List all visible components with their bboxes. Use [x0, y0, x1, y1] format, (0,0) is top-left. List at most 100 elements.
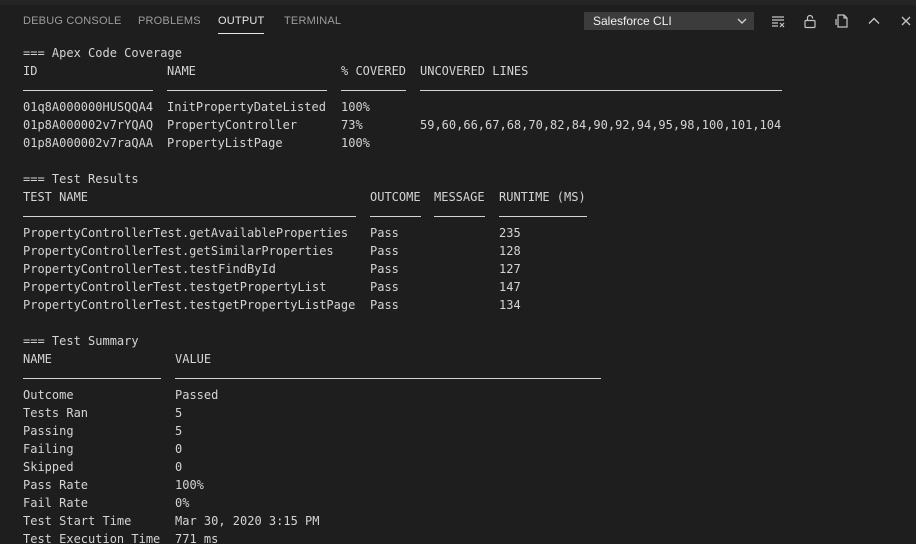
summary-row: Test Execution Time 771 ms [23, 530, 903, 544]
chevron-up-icon [868, 17, 880, 24]
coverage-col-uncovered: UNCOVERED LINES [420, 64, 529, 78]
summary-row: Test Start Time Mar 30, 2020 3:15 PM [23, 512, 903, 530]
results-outcome: Pass [370, 298, 399, 312]
results-rule [23, 216, 356, 217]
close-icon [901, 16, 911, 26]
coverage-name: InitPropertyDateListed [167, 100, 326, 114]
results-test-name: PropertyControllerTest.getAvailablePrope… [23, 226, 349, 240]
summary-row: Skipped 0 [23, 458, 903, 476]
results-outcome: Pass [370, 280, 399, 294]
tab-problems[interactable]: PROBLEMS [138, 5, 201, 38]
results-rule [434, 216, 485, 217]
results-col-test-name: TEST NAME [23, 190, 89, 204]
summary-row: Outcome Passed [23, 386, 903, 404]
summary-row: Tests Ran 5 [23, 404, 903, 422]
coverage-rule [341, 90, 406, 91]
results-test-name: PropertyControllerTest.getSimilarPropert… [23, 244, 334, 258]
results-outcome: Pass [370, 262, 399, 276]
output-channel-value: Salesforce CLI [593, 14, 672, 28]
results-rule [370, 216, 421, 217]
coverage-col-id: ID [23, 64, 38, 78]
results-outcome: Pass [370, 244, 399, 258]
results-test-name: PropertyControllerTest.testgetPropertyLi… [23, 298, 356, 312]
results-heading: === Test Results [23, 172, 139, 186]
summary-name: Test Start Time [23, 514, 132, 528]
coverage-id: 01p8A000002v7rYQAQ [23, 118, 154, 132]
coverage-percent: 100% [341, 136, 370, 150]
summary-name: Tests Ran [23, 406, 89, 420]
editor-text-fragment [122, 0, 168, 2]
summary-value: 0 [175, 442, 183, 456]
results-rule [499, 216, 587, 217]
results-row: PropertyControllerTest.testgetPropertyLi… [23, 278, 903, 296]
coverage-col-covered: % COVERED [341, 64, 407, 78]
summary-rule [175, 378, 601, 379]
summary-value: 0 [175, 460, 183, 474]
coverage-percent: 100% [341, 100, 370, 114]
coverage-uncovered-lines: 59,60,66,67,68,70,82,84,90,92,94,95,98,1… [420, 118, 782, 132]
clear-output-button[interactable] [768, 11, 788, 31]
summary-value: 0% [175, 496, 190, 510]
coverage-rule [167, 90, 327, 91]
summary-value: 5 [175, 406, 183, 420]
results-row: PropertyControllerTest.getSimilarPropert… [23, 242, 903, 260]
results-runtime: 134 [499, 298, 521, 312]
close-panel-button[interactable] [896, 11, 916, 31]
output-channel-select[interactable]: Salesforce CLI [584, 12, 754, 30]
clear-output-icon [772, 16, 785, 28]
results-test-name: PropertyControllerTest.testFindById [23, 262, 276, 276]
results-row: PropertyControllerTest.getAvailablePrope… [23, 224, 903, 242]
coverage-id: 01q8A000000HUSQQA4 [23, 100, 154, 114]
summary-row: Passing 5 [23, 422, 903, 440]
summary-row: Failing 0 [23, 440, 903, 458]
summary-col-value: VALUE [175, 352, 212, 366]
results-col-outcome: OUTCOME [370, 190, 421, 204]
summary-value: 100% [175, 478, 204, 492]
summary-value: Mar 30, 2020 3:15 PM [175, 514, 320, 528]
summary-name: Test Execution Time [23, 532, 161, 544]
results-test-name: PropertyControllerTest.testgetPropertyLi… [23, 280, 327, 294]
coverage-row: 01p8A000002v7rYQAQ PropertyController 73… [23, 116, 903, 134]
results-runtime: 147 [499, 280, 521, 294]
summary-name: Failing [23, 442, 74, 456]
summary-name: Fail Rate [23, 496, 89, 510]
summary-heading: === Test Summary [23, 334, 139, 348]
coverage-row: 01p8A000002v7raQAA PropertyListPage 100% [23, 134, 903, 152]
summary-name: Pass Rate [23, 478, 89, 492]
open-in-editor-button[interactable] [832, 11, 852, 31]
coverage-heading: === Apex Code Coverage [23, 46, 182, 60]
summary-header-row: NAME VALUE [23, 350, 903, 368]
chevron-down-icon [737, 18, 747, 24]
summary-value: 5 [175, 424, 183, 438]
summary-value: 771 ms [175, 532, 219, 544]
coverage-header-row: ID NAME % COVERED UNCOVERED LINES [23, 62, 903, 80]
results-col-runtime: RUNTIME (MS) [499, 190, 586, 204]
summary-row: Pass Rate 100% [23, 476, 903, 494]
panel-tab-bar: DEBUG CONSOLE PROBLEMS OUTPUT TERMINAL S… [0, 5, 916, 38]
coverage-rule [23, 90, 153, 91]
coverage-rule [420, 90, 782, 91]
unlock-icon [804, 14, 816, 29]
results-runtime: 127 [499, 262, 521, 276]
summary-name: Skipped [23, 460, 74, 474]
open-file-icon [835, 14, 848, 28]
results-runtime: 128 [499, 244, 521, 258]
maximize-panel-button[interactable] [864, 11, 884, 31]
coverage-name: PropertyListPage [167, 136, 283, 150]
results-runtime: 235 [499, 226, 521, 240]
results-row: PropertyControllerTest.testgetPropertyLi… [23, 296, 903, 314]
tab-output[interactable]: OUTPUT [218, 5, 265, 38]
summary-name: Outcome [23, 388, 74, 402]
summary-row: Fail Rate 0% [23, 494, 903, 512]
lock-scroll-button[interactable] [800, 11, 820, 31]
coverage-percent: 73% [341, 118, 363, 132]
tab-debug-console[interactable]: DEBUG CONSOLE [23, 5, 122, 38]
coverage-row: 01q8A000000HUSQQA4 InitPropertyDateListe… [23, 98, 903, 116]
results-col-message: MESSAGE [434, 190, 485, 204]
coverage-name: PropertyController [167, 118, 298, 132]
summary-col-name: NAME [23, 352, 52, 366]
tab-terminal[interactable]: TERMINAL [284, 5, 341, 38]
coverage-col-name: NAME [167, 64, 196, 78]
results-row: PropertyControllerTest.testFindById Pass… [23, 260, 903, 278]
coverage-id: 01p8A000002v7raQAA [23, 136, 154, 150]
